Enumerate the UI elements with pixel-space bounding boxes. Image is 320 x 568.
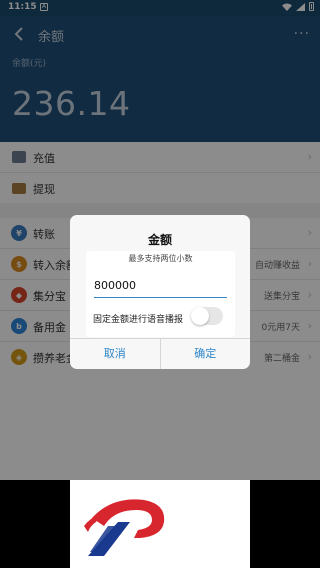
voice-broadcast-label: 固定金额进行语音播报	[93, 315, 184, 325]
amount-dialog: 金额 最多支持两位小数 固定金额进行语音播报 取消 确定	[70, 215, 250, 369]
dialog-actions: 取消 确定	[70, 338, 250, 369]
cancel-button[interactable]: 取消	[70, 339, 160, 369]
amount-hint: 最多支持两位小数	[128, 254, 193, 263]
footer-black-bar-left	[0, 480, 70, 568]
toggle-knob	[191, 307, 209, 325]
amount-input[interactable]	[94, 273, 227, 298]
footer-banner	[0, 480, 320, 568]
confirm-button[interactable]: 确定	[159, 339, 251, 369]
voice-broadcast-toggle[interactable]	[191, 307, 223, 325]
dialog-card: 最多支持两位小数 固定金额进行语音播报	[86, 251, 235, 337]
brand-logo-icon	[84, 499, 165, 556]
dialog-title: 金额	[147, 233, 172, 247]
footer-black-bar-right	[250, 480, 320, 568]
